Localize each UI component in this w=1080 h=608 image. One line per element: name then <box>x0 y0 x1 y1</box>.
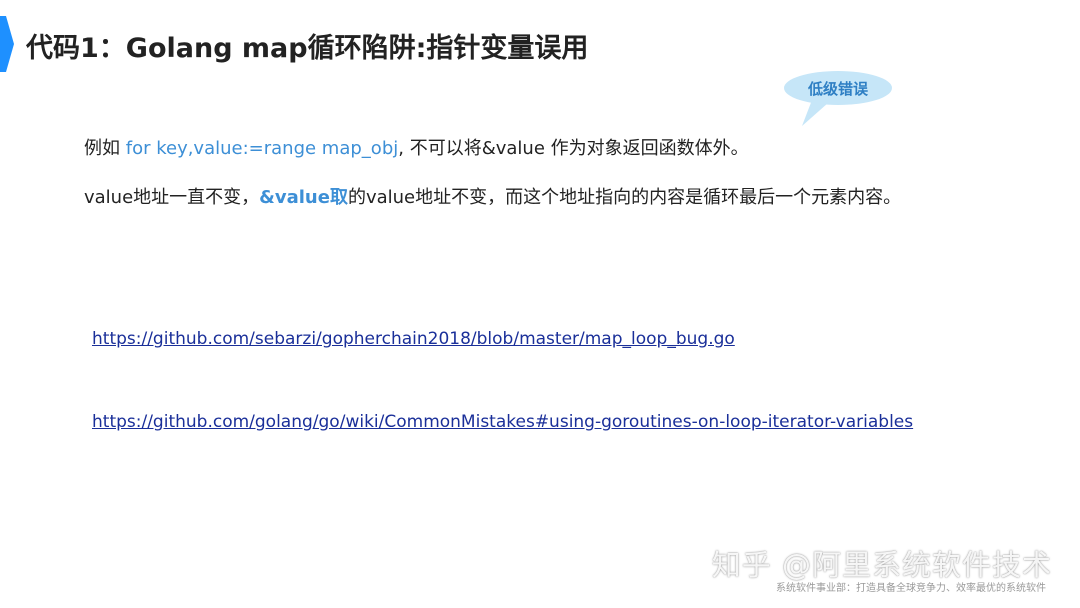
paragraph-1-prefix: 例如 <box>84 138 126 159</box>
paragraph-2-prefix: value地址一直不变， <box>84 187 260 208</box>
slide: 代码1：Golang map循环陷阱:指针变量误用 低级错误 例如 for ke… <box>0 0 1080 608</box>
title-marker-icon <box>0 16 14 72</box>
paragraph-2: value地址一直不变，&value取的value地址不变，而这个地址指向的内容… <box>84 183 901 209</box>
link-common-mistakes[interactable]: https://github.com/golang/go/wiki/Common… <box>92 412 913 432</box>
code-snippet: for key,value:=range map_obj <box>125 138 399 159</box>
callout-label: 低级错误 <box>807 80 868 98</box>
paragraph-1-suffix: , 不可以将&value 作为对象返回函数体外。 <box>398 138 749 159</box>
watermark-main: 知乎 @阿里系统软件技术 <box>711 548 1052 582</box>
paragraph-1: 例如 for key,value:=range map_obj, 不可以将&va… <box>84 134 749 160</box>
emphasis-text: &value取 <box>259 187 348 208</box>
watermark-sub: 系统软件事业部：打造具备全球竞争力、效率最优的系统软件 <box>776 583 1046 594</box>
paragraph-2-suffix: 的value地址不变，而这个地址指向的内容是循环最后一个元素内容。 <box>347 187 902 208</box>
callout-bubble: 低级错误 <box>782 70 894 130</box>
link-map-loop-bug[interactable]: https://github.com/sebarzi/gopherchain20… <box>92 329 735 349</box>
page-title: 代码1：Golang map循环陷阱:指针变量误用 <box>26 33 589 64</box>
